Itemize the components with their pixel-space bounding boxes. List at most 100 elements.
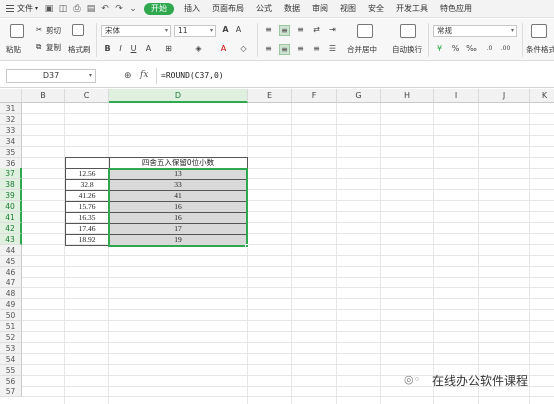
percent-icon[interactable]: % (450, 44, 461, 55)
tab-page-layout[interactable]: 页面布局 (206, 0, 250, 18)
distributed-icon[interactable]: ☰ (327, 44, 338, 55)
cut-button[interactable]: 剪切 (46, 25, 61, 36)
font-color-icon[interactable]: A (218, 44, 229, 55)
align-top-icon[interactable]: ≡ (263, 25, 274, 36)
row-header-57[interactable]: 57 (0, 386, 22, 397)
name-box[interactable]: D37 ▾ (6, 69, 96, 83)
column-header-h[interactable]: H (381, 89, 434, 103)
font-size-select[interactable]: 11 ▾ (174, 25, 216, 37)
select-all-corner[interactable] (0, 89, 22, 103)
row-header-35[interactable]: 35 (0, 147, 22, 158)
justify-icon[interactable]: ≡ (311, 44, 322, 55)
font-name-select[interactable]: 宋体 ▾ (101, 25, 171, 37)
column-header-b[interactable]: B (22, 89, 65, 103)
column-header-j[interactable]: J (479, 89, 530, 103)
row-header-34[interactable]: 34 (0, 136, 22, 147)
row-header-32[interactable]: 32 (0, 114, 22, 125)
shrink-font-icon[interactable]: A (233, 25, 244, 36)
cell-c39[interactable]: 41.26 (65, 191, 109, 201)
column-header-g[interactable]: G (337, 89, 381, 103)
row-header-54[interactable]: 54 (0, 354, 22, 365)
tab-insert[interactable]: 插入 (178, 0, 206, 18)
tab-home[interactable]: 开始 (144, 2, 175, 15)
row-header-31[interactable]: 31 (0, 103, 22, 114)
zoom-icon[interactable]: ⊕ (124, 71, 132, 81)
cell-c37[interactable]: 12.56 (65, 169, 109, 179)
row-header-40[interactable]: 40 (0, 201, 22, 212)
format-painter-icon[interactable] (72, 24, 84, 36)
merge-center-icon[interactable] (357, 24, 373, 38)
align-left-icon[interactable]: ≡ (263, 44, 274, 55)
copy-icon[interactable]: ⧉ (36, 42, 41, 52)
text-direction-icon[interactable]: ⇄ (311, 25, 322, 36)
strikethrough-icon[interactable]: A (143, 44, 154, 55)
align-center-icon[interactable]: ≡ (279, 44, 290, 55)
print-icon[interactable]: ⎙ (72, 4, 82, 14)
formula-input[interactable]: =ROUND(C37,0) (156, 68, 548, 84)
border-icon[interactable]: ⊞ (163, 44, 174, 55)
merge-center-button[interactable]: 合并居中 (347, 44, 377, 55)
fill-color-icon[interactable]: ◈ (193, 44, 204, 55)
row-header-37[interactable]: 37 (0, 168, 22, 179)
cell-c41[interactable]: 16.35 (65, 213, 109, 223)
row-header-43[interactable]: 43 (0, 234, 22, 245)
conditional-format-button[interactable]: 条件格式 (526, 44, 554, 55)
italic-icon[interactable]: I (115, 44, 126, 55)
increase-decimal-icon[interactable]: .0 (484, 44, 495, 55)
row-header-50[interactable]: 50 (0, 310, 22, 321)
file-menu[interactable]: 文件 ▾ (0, 0, 42, 18)
print-preview-icon[interactable]: ◫ (58, 4, 68, 14)
cut-icon[interactable]: ✂ (36, 25, 42, 34)
redo-icon[interactable]: ↷ (114, 4, 124, 14)
tab-data[interactable]: 数据 (278, 0, 306, 18)
row-header-41[interactable]: 41 (0, 212, 22, 223)
row-header-49[interactable]: 49 (0, 299, 22, 310)
preview-icon[interactable]: ▤ (86, 4, 96, 14)
paste-icon[interactable] (10, 24, 24, 38)
decrease-decimal-icon[interactable]: .00 (500, 44, 511, 55)
column-header-k[interactable]: K (530, 89, 554, 103)
align-bottom-icon[interactable]: ≡ (295, 25, 306, 36)
cell-c42[interactable]: 17.46 (65, 224, 109, 234)
row-header-42[interactable]: 42 (0, 223, 22, 234)
row-header-48[interactable]: 48 (0, 288, 22, 299)
thousands-icon[interactable]: ‰ (466, 44, 477, 55)
cell-c43[interactable]: 18.92 (65, 235, 109, 245)
fill-handle[interactable] (245, 244, 249, 248)
column-header-e[interactable]: E (248, 89, 292, 103)
column-header-c[interactable]: C (65, 89, 109, 103)
undo-icon[interactable]: ↶ (100, 4, 110, 14)
row-header-44[interactable]: 44 (0, 245, 22, 256)
wrap-text-icon[interactable] (400, 24, 416, 38)
tab-security[interactable]: 安全 (362, 0, 390, 18)
row-header-39[interactable]: 39 (0, 190, 22, 201)
row-header-33[interactable]: 33 (0, 125, 22, 136)
format-painter-button[interactable]: 格式刷 (68, 44, 91, 55)
cell-d36-header[interactable]: 四舍五入保留0位小数 (109, 158, 247, 168)
tab-formulas[interactable]: 公式 (250, 0, 278, 18)
row-header-51[interactable]: 51 (0, 321, 22, 332)
bold-icon[interactable]: B (102, 44, 113, 55)
row-header-45[interactable]: 45 (0, 256, 22, 267)
tab-developer[interactable]: 开发工具 (390, 0, 434, 18)
row-header-52[interactable]: 52 (0, 332, 22, 343)
cell-c40[interactable]: 15.76 (65, 202, 109, 212)
paste-button[interactable]: 粘贴 (6, 44, 21, 55)
wrap-text-button[interactable]: 自动换行 (392, 44, 422, 55)
row-header-55[interactable]: 55 (0, 365, 22, 376)
align-middle-icon[interactable]: ≡ (279, 25, 290, 36)
grow-font-icon[interactable]: A (220, 25, 231, 36)
fx-icon[interactable]: fx (140, 70, 148, 80)
row-header-38[interactable]: 38 (0, 179, 22, 190)
save-icon[interactable]: ▣ (44, 4, 54, 14)
conditional-format-icon[interactable] (531, 24, 547, 38)
indent-icon[interactable]: ⇥ (327, 25, 338, 36)
cell-c38[interactable]: 32.8 (65, 180, 109, 190)
column-header-f[interactable]: F (292, 89, 337, 103)
column-header-d[interactable]: D (109, 89, 248, 103)
tab-view[interactable]: 视图 (334, 0, 362, 18)
clear-format-icon[interactable]: ◇ (238, 44, 249, 55)
customize-icon[interactable]: ⌄ (128, 4, 138, 14)
row-header-47[interactable]: 47 (0, 277, 22, 288)
tab-review[interactable]: 审阅 (306, 0, 334, 18)
